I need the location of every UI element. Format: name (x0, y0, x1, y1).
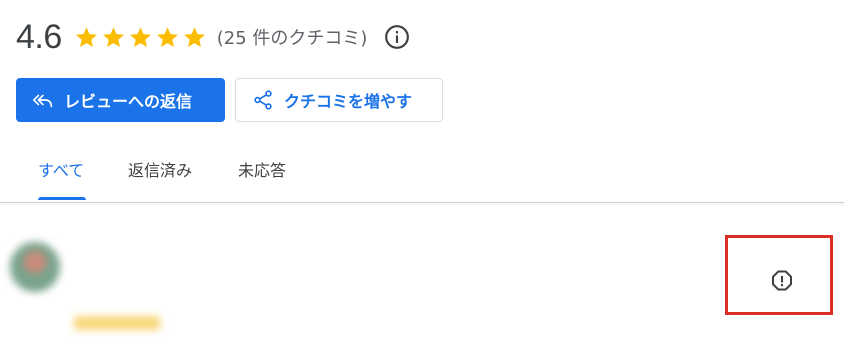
tab-unanswered[interactable]: 未応答 (238, 146, 286, 198)
review-stars (74, 316, 160, 330)
star-icon (129, 26, 151, 47)
star-icon (183, 26, 205, 47)
review-count: (25 件のクチコミ) (216, 28, 368, 49)
reply-button-label: レビューへの返信 (64, 92, 193, 111)
star-icon (75, 26, 97, 47)
share-icon (252, 89, 274, 111)
review-item (0, 212, 844, 348)
reply-to-reviews-button[interactable]: レビューへの返信 (16, 78, 225, 122)
rating-stars (74, 25, 207, 50)
star-icon (102, 26, 124, 47)
info-icon (385, 25, 410, 49)
rating-summary: 4.6 (25 件のクチコミ) (16, 14, 411, 60)
review-filter-tabs: すべて 返信済み 未応答 (0, 146, 844, 202)
share-button-label: クチコミを増やす (284, 92, 413, 111)
get-more-reviews-button[interactable]: クチコミを増やす (235, 78, 443, 122)
tab-all[interactable]: すべて (38, 146, 84, 198)
star-icon (156, 26, 178, 47)
rating-value: 4.6 (16, 17, 62, 56)
tabs-divider (0, 202, 844, 203)
blurred-review-content (0, 212, 340, 348)
active-tab-indicator (38, 197, 86, 200)
info-button[interactable] (383, 23, 411, 51)
tab-replied[interactable]: 返信済み (128, 146, 192, 198)
report-review-button[interactable] (758, 257, 806, 305)
report-flag-icon (772, 270, 792, 291)
avatar (10, 242, 60, 292)
reply-all-icon (32, 89, 54, 111)
